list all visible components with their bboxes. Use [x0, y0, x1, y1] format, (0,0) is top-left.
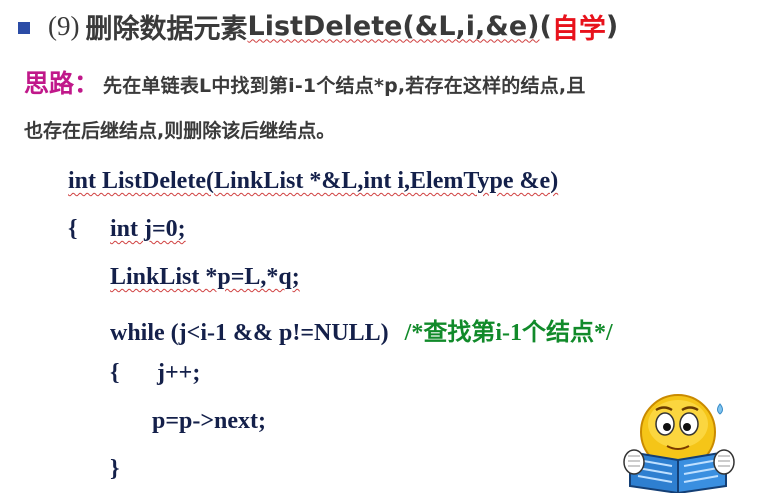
title-number: (9) [48, 10, 80, 41]
smiley-reading-book-icon [623, 394, 735, 493]
idea-text-1: 先在单链表L中找到第i-1个结点*p,若存在这样的结点,且 [103, 75, 586, 97]
title-text: 删除数据元素 [85, 13, 248, 45]
idea-label: 思路： [24, 69, 100, 98]
code-line-linklist: LinkList *p=L,*q; [110, 264, 300, 290]
self-study-label: 自学 [551, 13, 606, 45]
idea-text-2: 也存在后继结点,则删除该后继结点。 [24, 120, 336, 142]
code-line-int-j: int j=0; [110, 216, 186, 243]
title-paren-open: ( [539, 10, 552, 42]
code-int-j: int j=0; [110, 216, 186, 242]
code-comment: /*查找第i-1个结点*/ [404, 320, 613, 346]
bullet-square-icon [18, 21, 30, 34]
title-function: ListDelete(&L,i,&e) [247, 10, 540, 42]
code-line-next: p=p->next; [152, 408, 267, 434]
code-while: while (j<i-1 && p!=NULL) [110, 320, 389, 346]
slide-title: (9) 删除数据元素 ListDelete(&L,i,&e) ( 自学 ) [18, 4, 618, 48]
code-brace-close: } [110, 456, 120, 482]
code-brace-open: { [68, 216, 78, 242]
idea-line-1: 思路： 先在单链表L中找到第i-1个结点*p,若存在这样的结点,且 [24, 64, 586, 100]
code-line-jpp: j++; [157, 360, 201, 386]
code-line-while: while (j<i-1 && p!=NULL) /*查找第i-1个结点*/ [110, 312, 613, 347]
code-signature: int ListDelete(LinkList *&L,int i,ElemTy… [68, 168, 559, 194]
code-brace-open-inner: { [110, 360, 120, 386]
title-paren-close: ) [605, 10, 619, 42]
